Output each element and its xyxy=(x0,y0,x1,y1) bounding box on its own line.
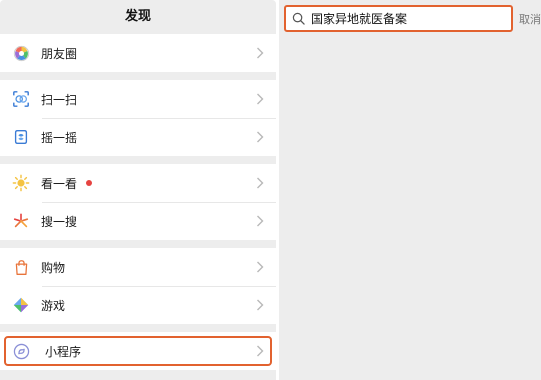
menu-item-scan[interactable]: 扫一扫 xyxy=(0,80,276,118)
chevron-right-icon xyxy=(257,299,264,311)
menu-item-label: 购物 xyxy=(41,260,66,275)
chevron-right-icon xyxy=(257,47,264,59)
shake-icon xyxy=(11,127,31,147)
chevron-right-icon xyxy=(257,93,264,105)
menu-item-label: 小程序 xyxy=(45,344,82,359)
games-icon xyxy=(11,295,31,315)
group-stories-search: 看一看 搜一搜 xyxy=(0,164,276,240)
red-dot-badge xyxy=(86,180,93,186)
menu-item-label: 扫一扫 xyxy=(41,92,78,107)
group-mini-programs: 小程序 xyxy=(0,332,276,370)
chevron-right-icon xyxy=(257,345,264,357)
group-moments: 朋友圈 xyxy=(0,34,276,72)
search-icon xyxy=(292,12,305,25)
menu-item-label: 摇一摇 xyxy=(41,130,78,145)
menu-item-label: 搜一搜 xyxy=(41,214,78,229)
menu-item-label: 游戏 xyxy=(41,298,66,313)
search-panel: 取消 xyxy=(276,0,541,380)
menu-item-moments[interactable]: 朋友圈 xyxy=(0,34,276,72)
search-input[interactable] xyxy=(311,8,501,29)
group-shopping-games: 购物 游戏 xyxy=(0,248,276,324)
chevron-right-icon xyxy=(257,261,264,273)
group-scan-shake: 扫一扫 摇一摇 xyxy=(0,80,276,156)
discover-panel: 发现 朋友圈 扫一扫 摇一摇 看一看 搜一搜 购物 游戏 小程序 xyxy=(0,0,276,380)
chevron-right-icon xyxy=(257,177,264,189)
shopping-bag-icon xyxy=(11,257,31,277)
chevron-right-icon xyxy=(257,215,264,227)
menu-item-shake[interactable]: 摇一摇 xyxy=(0,118,276,156)
menu-item-games[interactable]: 游戏 xyxy=(0,286,276,324)
chevron-right-icon xyxy=(257,131,264,143)
search-discover-icon xyxy=(11,211,31,231)
menu-item-mini-programs[interactable]: 小程序 xyxy=(0,332,276,370)
menu-item-label: 看一看 xyxy=(41,176,78,191)
cancel-button[interactable]: 取消 xyxy=(519,11,541,27)
search-bar[interactable] xyxy=(284,5,513,32)
menu-item-top-stories[interactable]: 看一看 xyxy=(0,164,276,202)
moments-icon xyxy=(11,43,31,63)
menu-item-search[interactable]: 搜一搜 xyxy=(0,202,276,240)
mini-program-icon xyxy=(11,341,31,361)
scan-icon xyxy=(11,89,31,109)
discover-title: 发现 xyxy=(124,9,151,24)
menu-item-shopping[interactable]: 购物 xyxy=(0,248,276,286)
top-stories-icon xyxy=(11,173,31,193)
menu-item-label: 朋友圈 xyxy=(41,46,78,61)
